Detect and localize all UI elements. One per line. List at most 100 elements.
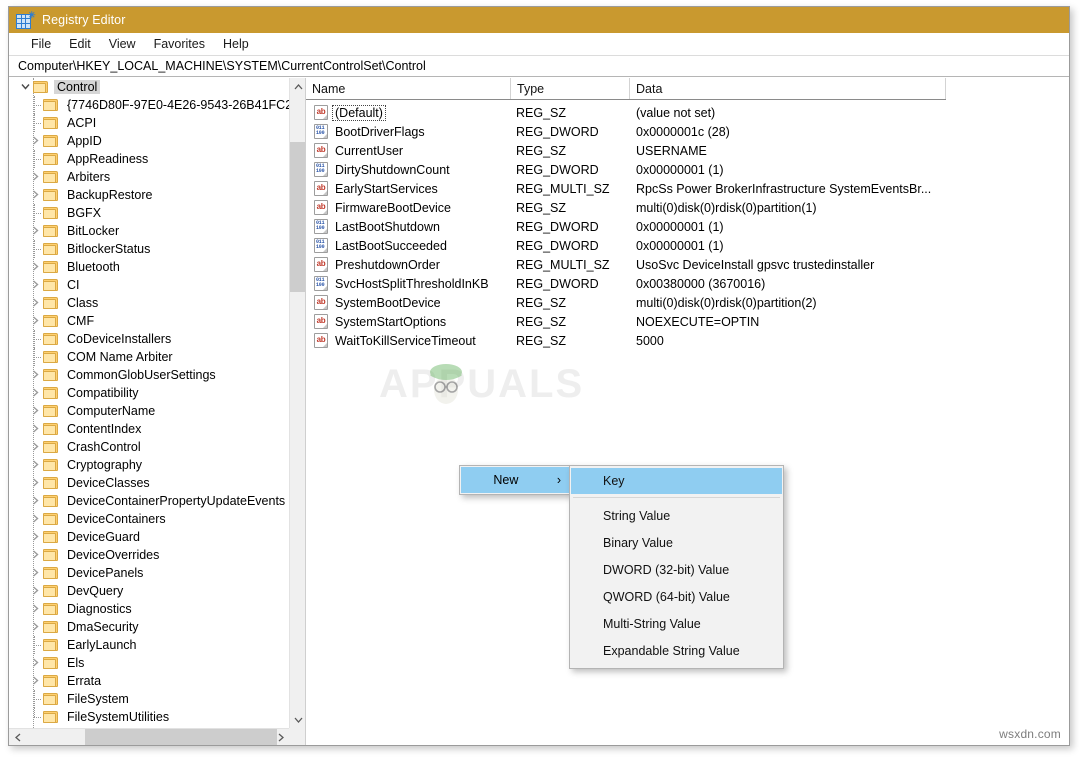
chevron-right-icon[interactable] bbox=[27, 276, 43, 294]
registry-tree[interactable]: Control {7746D80F-97E0-4E26-9543-26B41FC2… bbox=[9, 78, 289, 728]
context-menu-item-new[interactable]: New › bbox=[461, 467, 569, 493]
menu-view[interactable]: View bbox=[100, 35, 145, 53]
tree-item[interactable]: DeviceClasses bbox=[9, 474, 289, 492]
tree-item[interactable]: DeviceOverrides bbox=[9, 546, 289, 564]
column-header-type[interactable]: Type bbox=[511, 78, 630, 99]
tree-item[interactable]: DeviceContainers bbox=[9, 510, 289, 528]
column-header-data[interactable]: Data bbox=[630, 78, 946, 99]
tree-item[interactable]: ContentIndex bbox=[9, 420, 289, 438]
chevron-right-icon[interactable] bbox=[27, 402, 43, 420]
tree-item[interactable]: DeviceContainerPropertyUpdateEvents bbox=[9, 492, 289, 510]
tree-item[interactable]: CI bbox=[9, 276, 289, 294]
chevron-right-icon[interactable] bbox=[27, 510, 43, 528]
context-submenu-new[interactable]: Key String Value Binary Value DWORD (32-bit… bbox=[569, 465, 784, 669]
chevron-right-icon[interactable] bbox=[27, 456, 43, 474]
chevron-right-icon[interactable] bbox=[27, 258, 43, 276]
chevron-right-icon[interactable] bbox=[27, 528, 43, 546]
address-bar[interactable]: Computer\HKEY_LOCAL_MACHINE\SYSTEM\Curre… bbox=[9, 56, 1069, 77]
tree-item[interactable]: Bluetooth bbox=[9, 258, 289, 276]
tree-item[interactable]: Arbiters bbox=[9, 168, 289, 186]
tree-item[interactable]: ComputerName bbox=[9, 402, 289, 420]
tree-item[interactable]: BitlockerStatus bbox=[9, 240, 289, 258]
tree-hscroll-thumb[interactable] bbox=[85, 729, 277, 745]
tree-item[interactable]: Control bbox=[9, 78, 289, 96]
title-bar[interactable]: ✳ Registry Editor bbox=[9, 7, 1069, 33]
tree-item[interactable]: AppID bbox=[9, 132, 289, 150]
tree-item[interactable]: CrashControl bbox=[9, 438, 289, 456]
chevron-down-icon[interactable] bbox=[17, 78, 33, 96]
scroll-up-icon[interactable] bbox=[290, 78, 305, 95]
scroll-down-icon[interactable] bbox=[290, 711, 305, 728]
chevron-right-icon[interactable] bbox=[27, 168, 43, 186]
tree-item[interactable]: BackupRestore bbox=[9, 186, 289, 204]
tree-item[interactable]: EarlyLaunch bbox=[9, 636, 289, 654]
table-row[interactable]: 011 100 BootDriverFlags REG_DWORD 0x0000001c… bbox=[306, 122, 1069, 141]
tree-item[interactable]: {7746D80F-97E0-4E26-9543-26B41FC22F79} bbox=[9, 96, 289, 114]
chevron-right-icon[interactable] bbox=[27, 600, 43, 618]
chevron-right-icon[interactable] bbox=[27, 564, 43, 582]
table-row[interactable]: ab CurrentUser REG_SZ USERNAME bbox=[306, 141, 1069, 160]
chevron-right-icon[interactable] bbox=[27, 312, 43, 330]
chevron-right-icon[interactable] bbox=[27, 132, 43, 150]
tree-item[interactable]: DevQuery bbox=[9, 582, 289, 600]
tree-item[interactable]: DeviceGuard bbox=[9, 528, 289, 546]
tree-item[interactable]: Class bbox=[9, 294, 289, 312]
context-menu-item[interactable]: Key bbox=[571, 468, 782, 494]
chevron-right-icon[interactable] bbox=[27, 618, 43, 636]
tree-item[interactable]: Els bbox=[9, 654, 289, 672]
tree-item[interactable]: DevicePanels bbox=[9, 564, 289, 582]
registry-values-list[interactable]: ab (Default) REG_SZ (value not set) 011 100 Bo… bbox=[306, 100, 1069, 350]
table-row[interactable]: 011 100 DirtyShutdownCount REG_DWORD 0x00000… bbox=[306, 160, 1069, 179]
tree-item[interactable]: Errata bbox=[9, 672, 289, 690]
tree-item[interactable]: Diagnostics bbox=[9, 600, 289, 618]
tree-item[interactable]: FileSystem bbox=[9, 690, 289, 708]
chevron-right-icon[interactable] bbox=[27, 672, 43, 690]
menu-help[interactable]: Help bbox=[214, 35, 258, 53]
tree-item[interactable]: AppReadiness bbox=[9, 150, 289, 168]
table-row[interactable]: ab WaitToKillServiceTimeout REG_SZ 5000 bbox=[306, 331, 1069, 350]
scroll-left-icon[interactable] bbox=[9, 729, 26, 745]
menu-edit[interactable]: Edit bbox=[60, 35, 100, 53]
tree-item[interactable]: Compatibility bbox=[9, 384, 289, 402]
context-menu-item[interactable]: DWORD (32-bit) Value bbox=[571, 556, 782, 583]
table-row[interactable]: ab SystemStartOptions REG_SZ NOEXECUTE=OPT… bbox=[306, 312, 1069, 331]
tree-item[interactable]: CommonGlobUserSettings bbox=[9, 366, 289, 384]
tree-item[interactable]: COM Name Arbiter bbox=[9, 348, 289, 366]
tree-item[interactable]: CMF bbox=[9, 312, 289, 330]
table-row[interactable]: ab (Default) REG_SZ (value not set) bbox=[306, 103, 1069, 122]
tree-vertical-scrollbar[interactable] bbox=[289, 78, 305, 728]
table-row[interactable]: 011 100 LastBootShutdown REG_DWORD 0x0000000… bbox=[306, 217, 1069, 236]
table-row[interactable]: ab EarlyStartServices REG_MULTI_SZ RpcSs Po… bbox=[306, 179, 1069, 198]
table-row[interactable]: 011 100 LastBootSucceeded REG_DWORD 0x000000… bbox=[306, 236, 1069, 255]
scroll-right-icon[interactable] bbox=[272, 729, 289, 745]
table-row[interactable]: ab SystemBootDevice REG_SZ multi(0)disk(0)r… bbox=[306, 293, 1069, 312]
context-menu-item[interactable]: Binary Value bbox=[571, 529, 782, 556]
table-row[interactable]: 011 100 SvcHostSplitThresholdInKB REG_DWORD… bbox=[306, 274, 1069, 293]
context-menu-new[interactable]: New › bbox=[459, 465, 571, 495]
chevron-right-icon[interactable] bbox=[27, 222, 43, 240]
context-menu-item[interactable]: String Value bbox=[571, 502, 782, 529]
column-header-name[interactable]: Name bbox=[306, 78, 511, 99]
tree-item[interactable]: CoDeviceInstallers bbox=[9, 330, 289, 348]
chevron-right-icon[interactable] bbox=[27, 654, 43, 672]
tree-item[interactable]: ACPI bbox=[9, 114, 289, 132]
chevron-right-icon[interactable] bbox=[27, 420, 43, 438]
chevron-right-icon[interactable] bbox=[27, 474, 43, 492]
tree-item[interactable]: DmaSecurity bbox=[9, 618, 289, 636]
chevron-right-icon[interactable] bbox=[27, 582, 43, 600]
context-menu-item[interactable]: Multi-String Value bbox=[571, 610, 782, 637]
chevron-right-icon[interactable] bbox=[27, 366, 43, 384]
context-menu-item[interactable]: QWORD (64-bit) Value bbox=[571, 583, 782, 610]
chevron-right-icon[interactable] bbox=[27, 294, 43, 312]
chevron-right-icon[interactable] bbox=[27, 546, 43, 564]
tree-item[interactable]: BGFX bbox=[9, 204, 289, 222]
menu-favorites[interactable]: Favorites bbox=[145, 35, 214, 53]
context-menu-item[interactable]: Expandable String Value bbox=[571, 637, 782, 664]
menu-file[interactable]: File bbox=[22, 35, 60, 53]
tree-item[interactable]: Cryptography bbox=[9, 456, 289, 474]
chevron-right-icon[interactable] bbox=[27, 384, 43, 402]
chevron-right-icon[interactable] bbox=[27, 186, 43, 204]
table-row[interactable]: ab FirmwareBootDevice REG_SZ multi(0)disk(0… bbox=[306, 198, 1069, 217]
chevron-right-icon[interactable] bbox=[27, 492, 43, 510]
tree-horizontal-scrollbar[interactable] bbox=[9, 728, 289, 745]
